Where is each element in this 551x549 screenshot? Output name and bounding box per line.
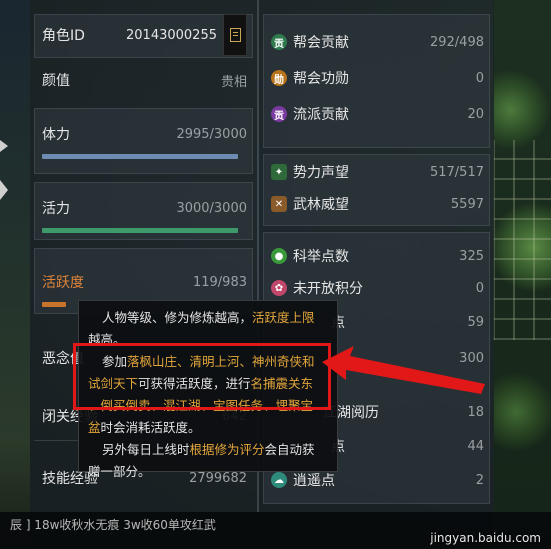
- guild-merit-value: 0: [475, 70, 484, 86]
- role-id-value: 20143000255: [126, 27, 217, 43]
- appearance-value: 贵相: [220, 74, 247, 90]
- exam-points-row: ● 科举点数 325: [259, 240, 494, 272]
- side-arrow-icon[interactable]: [0, 140, 10, 200]
- exam-icon: ●: [271, 248, 287, 264]
- hidden-value-c: 44: [467, 438, 484, 454]
- guild-merit-row: 勋 帮会功勋 0: [259, 62, 494, 94]
- tooltip-line8: 赠一部分。: [88, 464, 151, 479]
- swords-icon: ✕: [271, 196, 287, 212]
- martial-prestige-label: 武林威望: [293, 197, 349, 213]
- window-lattice: [493, 140, 551, 340]
- tooltip-line1-highlight: 活跃度上限: [252, 310, 315, 325]
- hidden-value-a: 59: [467, 314, 484, 330]
- stamina-value: 2995/3000: [176, 126, 247, 142]
- merit-icon: 勋: [271, 70, 287, 86]
- tooltip-line6: 时会消耗活跃度。: [100, 420, 201, 435]
- copy-id-button[interactable]: [223, 14, 247, 56]
- chat-text: 辰 ] 18w收秋水无痕 3w收60单攻红武: [10, 518, 216, 532]
- activity-bar: [42, 302, 66, 307]
- faction-contribution-label: 流派贡献: [293, 107, 349, 123]
- unopened-points-value: 0: [475, 280, 484, 296]
- exam-points-value: 325: [459, 248, 484, 264]
- watermark: jingyan.baidu.com: [430, 531, 541, 545]
- force-reputation-row: ✦ 势力声望 517/517: [259, 156, 494, 188]
- martial-prestige-row: ✕ 武林威望 5597: [259, 188, 494, 220]
- force-reputation-label: 势力声望: [293, 165, 349, 181]
- copy-icon: [229, 28, 241, 42]
- vitality-bar: [42, 228, 238, 233]
- activity-value: 119/983: [192, 274, 247, 290]
- activity-row[interactable]: 活跃度 119/983: [30, 266, 257, 298]
- tooltip-line1: 人物等级、修为修炼越高，: [102, 310, 253, 325]
- faction-contribution-value: 20: [467, 106, 484, 122]
- role-id-row: 角色ID 20143000255: [30, 14, 257, 56]
- jianghu-history-value: 18: [467, 404, 484, 420]
- stamina-bar: [42, 154, 238, 159]
- guild-contribution-value: 292/498: [429, 34, 484, 50]
- tooltip-line7-highlight: 根据修为评分: [189, 442, 265, 457]
- faction-icon: 贡: [271, 106, 287, 122]
- banner-icon: ✦: [271, 164, 287, 180]
- unopened-points-label: 未开放积分: [293, 281, 363, 297]
- tooltip-line7-end: 会自动获: [264, 442, 315, 457]
- tooltip-line7: 另外每日上线时: [102, 442, 190, 457]
- annotation-arrow-icon: [322, 346, 485, 394]
- contribution-icon: 贡: [271, 34, 287, 50]
- tooltip-line6-highlight: 盆: [88, 420, 101, 435]
- appearance-label: 颜值: [42, 73, 70, 89]
- role-id-label: 角色ID: [42, 28, 85, 44]
- faction-contribution-row: 贡 流派贡献 20: [259, 98, 494, 130]
- scenery-left: [0, 0, 30, 549]
- guild-contribution-label: 帮会贡献: [293, 35, 349, 51]
- martial-prestige-value: 5597: [450, 196, 484, 212]
- annotation-highlight-box: [73, 343, 331, 410]
- activity-label: 活跃度: [42, 275, 84, 291]
- appearance-row: 颜值 贵相: [30, 62, 257, 98]
- force-reputation-value: 517/517: [429, 164, 484, 180]
- exam-points-label: 科举点数: [293, 249, 349, 265]
- vitality-value: 3000/3000: [176, 200, 247, 216]
- leisure-points-value: 2: [475, 472, 484, 488]
- guild-merit-label: 帮会功勋: [293, 71, 349, 87]
- vitality-label: 活力: [42, 201, 70, 217]
- stamina-row: 体力 2995/3000: [30, 118, 257, 150]
- stamina-label: 体力: [42, 127, 70, 143]
- vitality-row: 活力 3000/3000: [30, 192, 257, 224]
- guild-contribution-row: 贡 帮会贡献 292/498: [259, 26, 494, 58]
- flower-icon: ✿: [271, 280, 287, 296]
